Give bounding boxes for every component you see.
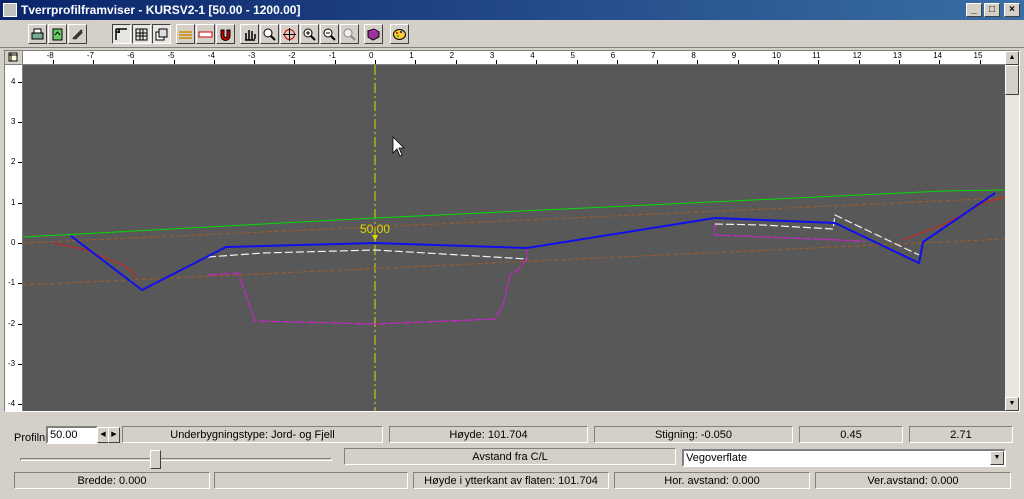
ruler-tick-label: -2 [288,51,296,60]
ruler-tick-label: -3 [248,51,256,60]
zoom-out-icon[interactable] [320,24,339,44]
status-panel: Profilnr. 50.00 ◀ ▶ Underbygningstype: J… [0,414,1024,499]
ruler-tick-label: 11 [812,51,821,60]
ruler-tick-label: -1 [8,278,16,288]
measure-icon[interactable] [176,24,195,44]
hor-distance-field: Hor. avstand: 0.000 [614,472,810,489]
ruler-tick-label: 8 [691,51,696,60]
slope-line-lower [23,238,1005,286]
chevron-down-icon[interactable]: ▼ [990,451,1004,465]
app-icon [3,3,17,17]
value-b-field: 2.71 [909,426,1013,443]
vertical-scrollbar[interactable]: ▲ ▼ [1005,51,1019,411]
ruler-tick-label: 1 [409,51,414,60]
copy-icon[interactable] [68,24,87,44]
subgrade-type-field: Underbygningstype: Jord- og Fjell [122,426,383,443]
profile-next-button[interactable]: ▶ [108,427,120,443]
station-label: 50.00 [360,222,390,236]
ruler-tick-label: 14 [933,51,943,60]
ruler-tick-label: 3 [489,51,495,60]
terrain-line [23,189,1005,238]
cross-section-viewer: -8 -7 -6 -5 -4 -3 -2 -1 0 1 2 3 4 5 6 7 8 9 10 11 12 13 14 15 4… [4,50,1020,412]
ruler-tick-label: -2 [8,318,16,328]
profile-input[interactable]: 50.00 [46,426,98,444]
minimize-button[interactable]: _ [966,3,982,17]
magnet-icon[interactable] [216,24,235,44]
zoom-center-icon[interactable] [280,24,299,44]
ruler-corner[interactable] [5,51,23,65]
ruler-tick-label: 4 [530,51,535,60]
height-field: Høyde: 101.704 [389,426,588,443]
ruler-tick-label: 9 [731,51,737,60]
ruler-tick-label: -4 [8,399,16,409]
ruler-tick-label: 2 [11,157,16,167]
ruler-tick-label: 0 [11,238,16,247]
cross-section-plot[interactable]: 50.00 [23,65,1005,411]
gradient-field: Stigning: -0.050 [594,426,793,443]
empty-field [214,472,408,489]
maximize-button[interactable]: □ [984,3,1000,17]
station-marker [372,235,378,241]
red-terrain-right [902,196,1005,241]
ver-distance-field: Ver.avstand: 0.000 [815,472,1011,489]
cross-section-drawing: 50.00 [23,65,1005,411]
book-icon[interactable] [364,24,383,44]
grid-icon[interactable] [132,24,151,44]
ruler-tick-label: 5 [570,51,575,60]
window-title: Tverrprofilframviser - KURSV2-1 [50.00 -… [21,3,301,17]
ruler-tick-label: 13 [892,51,902,60]
slider-thumb[interactable] [150,450,161,469]
layer-line-left [207,249,528,260]
ruler-tick-label: 7 [651,51,656,60]
palette-icon[interactable] [390,24,409,44]
toolbar [0,20,1024,48]
title-bar: Tverrprofilframviser - KURSV2-1 [50.00 -… [0,0,1024,20]
surface-select[interactable]: Vegoverflate ▼ [682,449,1006,467]
ruler-tick-label: 3 [11,117,16,127]
ruler-tick-label: -6 [127,51,135,60]
distance-cl-field: Avstand fra C/L [344,448,676,465]
subgrade-left [207,249,528,325]
scroll-up-button[interactable]: ▲ [1005,51,1019,65]
print-icon[interactable] [28,24,47,44]
ruler-tick-label: -7 [86,51,95,60]
scroll-thumb[interactable] [1005,65,1019,95]
width-field: Bredde: 0.000 [14,472,210,489]
ruler-tick-label: 12 [852,51,862,60]
mouse-cursor-icon [392,136,405,157]
vertical-ruler: 4 3 2 1 0 -1 -2 -3 -4 [5,65,23,411]
scroll-down-button[interactable]: ▼ [1005,397,1019,411]
horizontal-ruler: -8 -7 -6 -5 -4 -3 -2 -1 0 1 2 3 4 5 6 7 8 9 10 11 12 13 14 15 [23,51,1005,65]
slider-track[interactable] [20,458,332,461]
ruler-tick-label: -4 [207,51,215,60]
surface-select-value: Vegoverflate [686,452,748,464]
ruler-tick-label: -5 [167,51,175,60]
ruler-tick-label: 10 [772,51,781,60]
ruler-tick-label: -1 [328,51,336,60]
close-button[interactable]: × [1004,3,1020,17]
pan-hand-icon[interactable] [240,24,259,44]
red-terrain-left [52,242,139,278]
text-scale-icon[interactable] [196,24,215,44]
zoom-in-icon[interactable] [300,24,319,44]
ruler-grid-icon[interactable] [112,24,131,44]
ruler-tick-label: 2 [449,51,455,60]
layers-icon[interactable] [152,24,171,44]
ruler-tick-label: -8 [46,51,54,60]
zoom-extents-icon[interactable] [340,24,359,44]
ruler-tick-label: 6 [610,51,616,60]
value-a-field: 0.45 [799,426,903,443]
edge-height-field: Høyde i ytterkant av flaten: 101.704 [413,472,609,489]
ruler-tick-label: 1 [11,197,16,207]
slope-line-upper [23,197,1005,244]
ruler-tick-label: 0 [369,51,374,60]
ruler-tick-label: 15 [973,51,983,60]
ruler-tick-label: 4 [11,76,16,86]
zoom-window-icon[interactable] [260,24,279,44]
ruler-tick-label: -3 [8,358,16,368]
export-icon[interactable] [48,24,67,44]
